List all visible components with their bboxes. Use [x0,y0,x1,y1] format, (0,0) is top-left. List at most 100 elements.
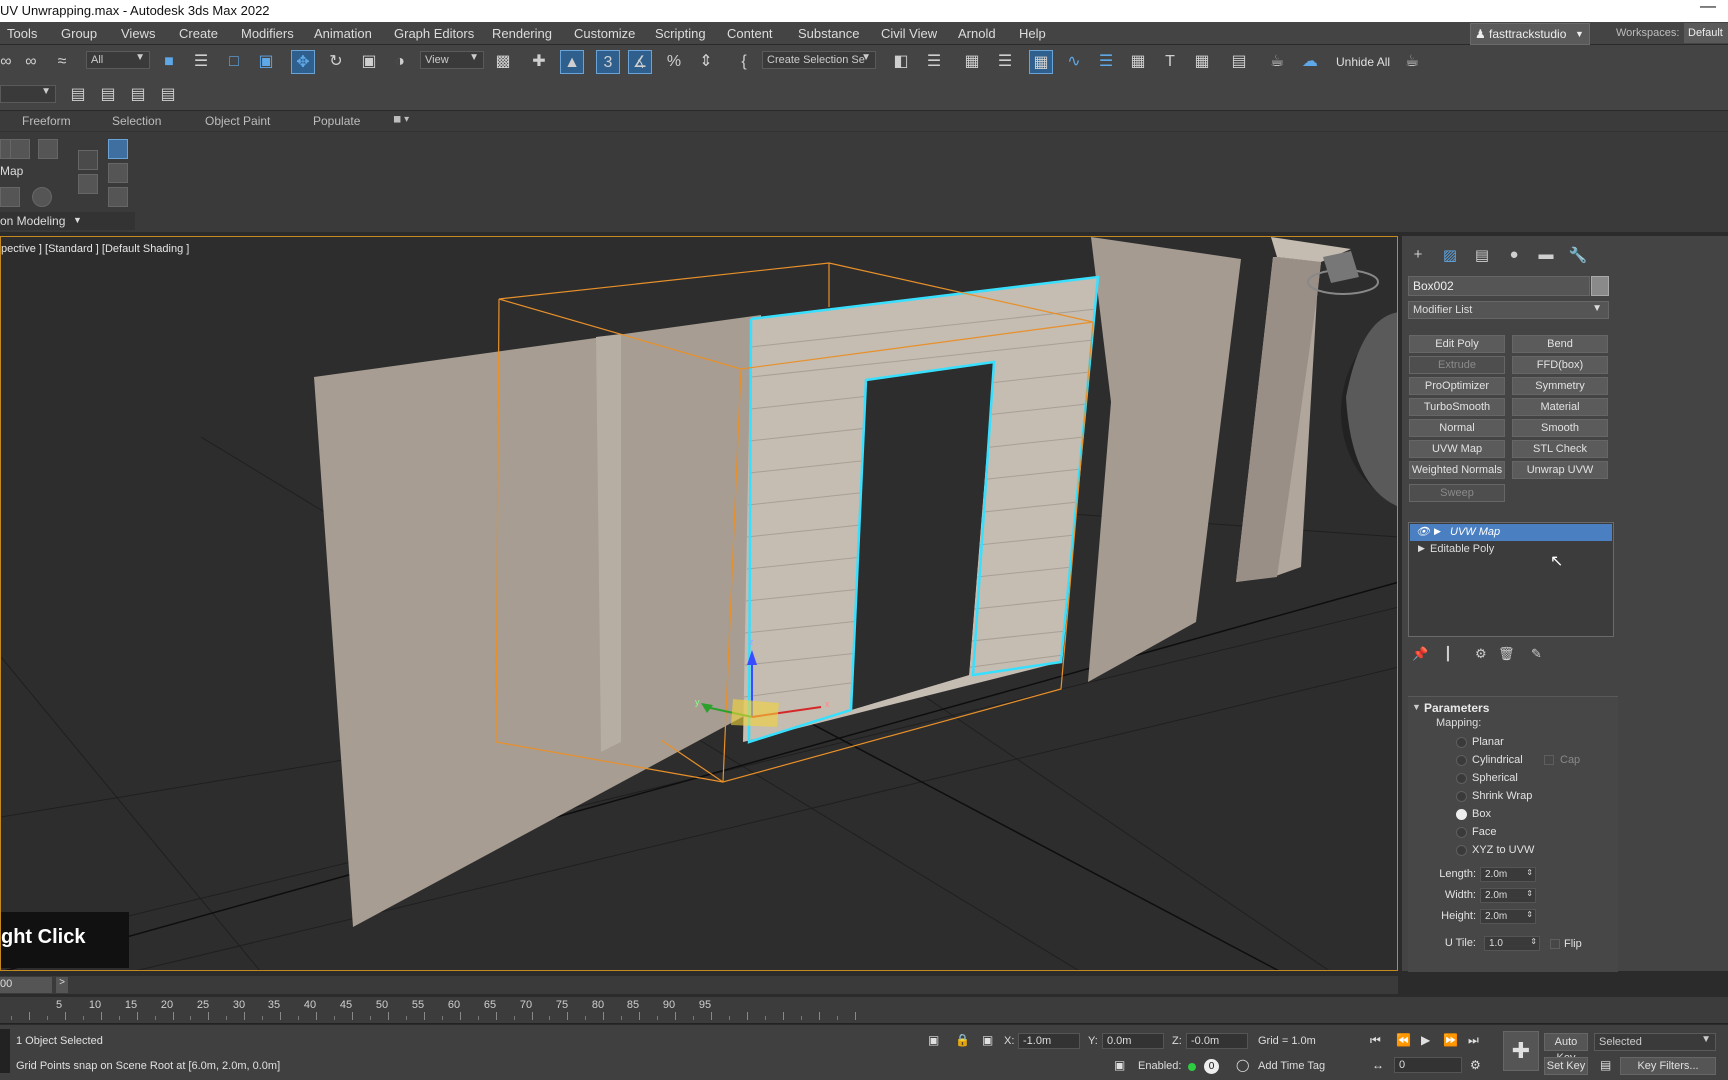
material-editor-icon[interactable]: ▦ [1126,50,1150,74]
time-slider[interactable]: 00 > [0,976,1398,994]
link-icon[interactable]: ∞ [0,50,18,74]
menu-views[interactable]: Views [121,26,155,41]
selection-lock-icon[interactable]: 🔒 [955,1033,970,1047]
radio-shrink-wrap[interactable] [1456,791,1467,802]
key-filters-icon[interactable]: ▤ [1600,1058,1611,1072]
align-icon[interactable]: ☰ [922,50,946,74]
flip-checkbox[interactable] [1550,939,1560,949]
add-to-layer-icon[interactable]: ▤ [96,83,120,107]
set-current-layer-icon[interactable]: ▤ [156,83,180,107]
make-unique-icon[interactable]: ⚙ [1475,646,1487,662]
current-frame-field[interactable]: 0 [1394,1057,1462,1073]
select-and-rotate-icon[interactable]: ↻ [324,50,348,74]
toggle-layer-explorer-icon[interactable]: ☰ [993,50,1017,74]
radio-planar[interactable] [1456,737,1467,748]
spinner-snap-icon[interactable]: ⇕ [694,50,718,74]
render-in-cloud-icon[interactable]: ☁ [1298,50,1322,74]
normal-button[interactable]: Normal [1409,419,1505,437]
unwrap-uvw-button[interactable]: Unwrap UVW [1512,461,1608,479]
modifier-list-dropdown[interactable]: Modifier List ▼ [1408,301,1609,319]
radio-face[interactable] [1456,827,1467,838]
menu-tools[interactable]: Tools [7,26,37,41]
track-bar-ruler[interactable]: 5 10 15 20 25 30 35 40 45 50 55 60 65 70 75 80 85 90 95 [0,997,1728,1024]
poly-modeling-dropdown[interactable]: on Modeling ▼ [0,212,135,230]
spinner-arrows-icon[interactable]: ⇕ [1526,910,1533,919]
eye-icon[interactable]: 👁 [1416,525,1430,538]
pin-stack-icon[interactable] [108,139,128,159]
quickslice-icon[interactable] [78,174,98,194]
angle-snap-icon[interactable]: ∡ [628,50,652,74]
menu-group[interactable]: Group [61,26,97,41]
absolute-mode-icon[interactable]: ▣ [982,1033,993,1047]
toggle-scene-explorer-icon[interactable]: ▦ [960,50,984,74]
edit-poly-button[interactable]: Edit Poly [1409,335,1505,353]
prooptimizer-button[interactable]: ProOptimizer [1409,377,1505,395]
pivot-center-icon[interactable]: ▩ [491,50,515,74]
unhide-all-button[interactable]: Unhide All [1336,55,1390,69]
reference-coordinate-dropdown[interactable]: View ▼ [420,51,484,69]
viewport-label[interactable]: pective ] [Standard ] [Default Shading ] [1,243,189,255]
spinner-arrows-icon[interactable]: ⇕ [1526,868,1533,877]
curve-editor-icon[interactable]: ∿ [1062,50,1086,74]
maxscript-listener[interactable] [0,1029,10,1073]
z-coordinate-field[interactable]: -0.0m [1186,1033,1248,1049]
mirror-icon[interactable]: ◧ [889,50,913,74]
menu-customize[interactable]: Customize [574,26,635,41]
create-panel-icon[interactable]: + [1408,246,1428,266]
modify-icon[interactable] [0,187,20,207]
menu-arnold[interactable]: Arnold [958,26,996,41]
show-end-result-icon[interactable]: ┃ [1444,646,1452,662]
adaptive-degradation-icon[interactable]: ▣ [1114,1058,1125,1072]
bend-button[interactable]: Bend [1512,335,1608,353]
select-in-layer-icon[interactable]: ▤ [126,83,150,107]
snaps-toggle-icon[interactable]: 3 [596,50,620,74]
weighted-normals-button[interactable]: Weighted Normals [1409,461,1505,479]
radio-cylindrical[interactable] [1456,755,1467,766]
length-spinner[interactable]: 2.0m ⇕ [1480,867,1536,882]
menu-help[interactable]: Help [1019,26,1046,41]
parameters-title[interactable]: Parameters [1424,701,1489,715]
hierarchy-panel-icon[interactable]: ▤ [1472,246,1492,266]
symmetry-button[interactable]: Symmetry [1512,377,1608,395]
modify-panel-icon[interactable]: ▨ [1440,246,1460,266]
bind-space-warp-icon[interactable]: ≈ [50,50,74,74]
menu-civil-view[interactable]: Civil View [881,26,937,41]
utile-spinner[interactable]: 1.0 ⇕ [1484,936,1540,951]
preserve-uvs-icon[interactable] [32,187,52,207]
time-tag-icon[interactable]: ◯ [1236,1058,1249,1072]
isolate-selection-icon[interactable]: ▣ [928,1033,939,1047]
tab-selection[interactable]: Selection [112,114,161,128]
perspective-viewport[interactable]: z y x pective ] [Standard ] [Default Sha… [0,236,1398,971]
tex-tools-icon[interactable]: T [1158,50,1182,74]
smooth-button[interactable]: Smooth [1512,419,1608,437]
motion-panel-icon[interactable]: ● [1504,246,1524,266]
key-set-dropdown[interactable]: Selected ▼ [1594,1033,1716,1051]
workspace-dropdown[interactable]: Default [1684,23,1728,43]
selection-filter-dropdown[interactable]: All ▼ [86,51,150,69]
show-end-result-icon[interactable] [108,163,128,183]
named-selection-dropdown[interactable]: Create Selection Se ▼ [762,51,876,69]
minimize-button[interactable]: — [1700,0,1716,16]
expand-arrow-icon[interactable]: ▶ [1418,543,1425,554]
radio-spherical[interactable] [1456,773,1467,784]
radio-box[interactable] [1456,809,1467,820]
select-manipulate-icon[interactable]: ✚ [527,50,551,74]
x-coordinate-field[interactable]: -1.0m [1018,1033,1080,1049]
next-frame-icon[interactable]: ⏩ [1443,1033,1458,1047]
previous-frame-icon[interactable]: ⏪ [1396,1033,1411,1047]
stack-item-uvw-map[interactable]: 👁 ▶ UVW Map [1410,524,1612,541]
ffd-box-button[interactable]: FFD(box) [1512,356,1608,374]
menu-content[interactable]: Content [727,26,773,41]
width-spinner[interactable]: 2.0m ⇕ [1480,888,1536,903]
uvw-map-button[interactable]: UVW Map [1409,440,1505,458]
menu-create[interactable]: Create [179,26,218,41]
menu-modifiers[interactable]: Modifiers [241,26,294,41]
edit-named-selection-icon[interactable]: { [732,50,756,74]
material-button[interactable]: Material [1512,398,1608,416]
next-frame-arrow-icon[interactable]: > [56,977,68,993]
spinner-arrows-icon[interactable]: ⇕ [1526,889,1533,898]
select-object-icon[interactable]: ■ [157,50,181,74]
key-mode-toggle-icon[interactable]: ↔ [1372,1058,1384,1072]
select-and-scale-icon[interactable]: ▣ [357,50,381,74]
object-color-swatch[interactable] [1591,276,1609,296]
